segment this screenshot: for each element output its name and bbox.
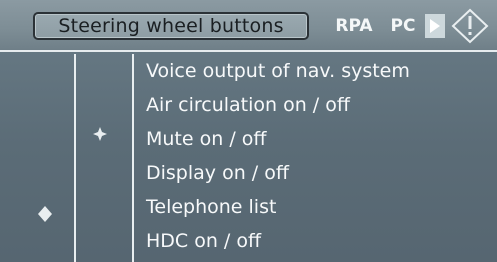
- info-button[interactable]: [450, 8, 490, 44]
- play-triangle-icon: [430, 19, 440, 33]
- list-item-display[interactable]: Display on / off: [146, 156, 496, 190]
- diamond-scroll-icon[interactable]: [37, 205, 53, 223]
- list-item-voice-output[interactable]: Voice output of nav. system: [146, 54, 496, 88]
- header-bar: Steering wheel buttons RPA PC: [0, 0, 497, 52]
- list-item-telephone-list[interactable]: Telephone list: [146, 190, 496, 224]
- steering-wheel-buttons-screen: Steering wheel buttons RPA PC Voice outp…: [0, 0, 497, 262]
- tab-rpa[interactable]: RPA: [328, 14, 380, 38]
- function-list: Voice output of nav. system Air circulat…: [146, 54, 496, 258]
- list-item-mute[interactable]: Mute on / off: [146, 122, 496, 156]
- next-tabs-button[interactable]: [425, 14, 445, 38]
- info-diamond-icon: [451, 8, 489, 44]
- column-divider-left: [74, 54, 76, 262]
- list-item-air-circulation[interactable]: Air circulation on / off: [146, 88, 496, 122]
- selection-marker-icon: [93, 127, 107, 141]
- list-item-hdc[interactable]: HDC on / off: [146, 224, 496, 258]
- tab-steering-wheel-buttons[interactable]: Steering wheel buttons: [33, 12, 309, 40]
- column-divider-right: [132, 54, 134, 262]
- tab-pc[interactable]: PC: [386, 14, 420, 38]
